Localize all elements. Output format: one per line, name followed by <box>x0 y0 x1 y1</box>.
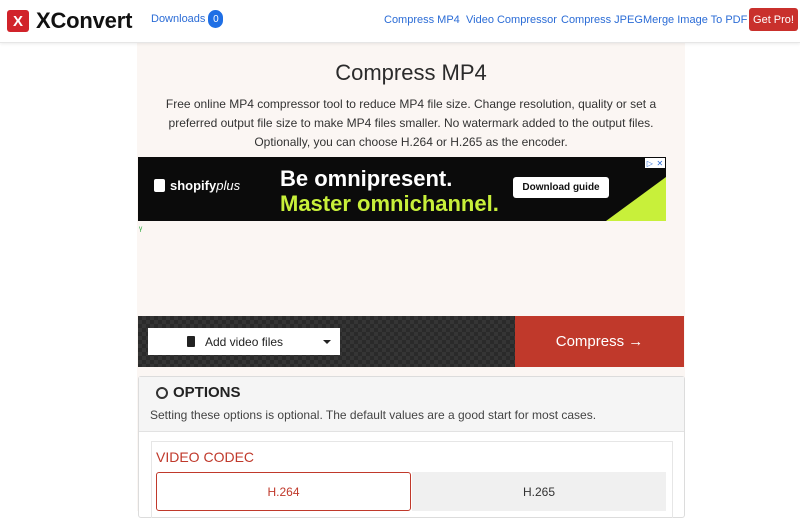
main-panel: Compress MP4 Free online MP4 compressor … <box>137 42 685 518</box>
downloads-label: Downloads <box>151 13 206 25</box>
ad-download-guide-button[interactable]: Download guide <box>513 177 609 198</box>
codec-option-h265[interactable]: H.265 <box>412 472 666 511</box>
gear-icon <box>156 386 168 399</box>
downloads-count-badge: 0 <box>208 10 224 28</box>
ad-brand-suffix: plus <box>216 178 241 193</box>
codec-option-h264[interactable]: H.264 <box>156 472 411 511</box>
ad-headline-1: Be omnipresent. <box>280 166 453 191</box>
add-video-files-label: Add video files <box>205 334 284 349</box>
ad-close-icon[interactable]: ✕ <box>657 159 664 168</box>
brand[interactable]: X XConvert <box>7 8 132 34</box>
get-pro-button[interactable]: Get Pro! <box>749 8 798 31</box>
navbar: X XConvert Downloads 0 Compress MP4 Vide… <box>0 0 800 43</box>
page-title: Compress MP4 <box>335 60 487 85</box>
ad-shopify-logo: shopify plus <box>154 178 240 193</box>
dropzone[interactable]: Add video files <box>138 316 515 367</box>
options-title: OPTIONS <box>156 384 241 401</box>
shopping-bag-icon <box>154 179 165 192</box>
options-header: OPTIONS Setting these options is optiona… <box>139 377 684 432</box>
adchoices-icon[interactable]: ▷ <box>647 159 653 168</box>
brand-logo-icon: X <box>7 10 29 32</box>
compress-button[interactable]: Compress → <box>515 316 684 367</box>
nav-link-merge-image-to-pdf[interactable]: Merge Image To PDF <box>643 14 747 26</box>
page-description: Free online MP4 compressor tool to reduc… <box>165 97 657 149</box>
nav-link-compress-mp4[interactable]: Compress MP4 <box>384 14 460 26</box>
ad-brand: shopify <box>170 178 217 193</box>
nav-link-video-compressor[interactable]: Video Compressor <box>466 14 557 26</box>
upload-toolbar: Add video files Compress → <box>138 316 684 367</box>
file-icon <box>187 336 195 347</box>
ad-banner[interactable]: shopify plus Be omnipresent. Master omnic… <box>138 157 666 221</box>
video-codec-group: VIDEO CODEC H.264 H.265 <box>151 441 673 518</box>
ad-choices[interactable]: ▷ ✕ <box>645 158 665 168</box>
chevron-down-icon[interactable] <box>323 340 331 344</box>
options-title-label: OPTIONS <box>173 384 241 401</box>
options-card: OPTIONS Setting these options is optiona… <box>138 376 685 518</box>
nav-link-compress-jpeg[interactable]: Compress JPEG <box>561 14 643 26</box>
ad-marker-icon: ᵞ <box>139 225 143 236</box>
options-subtitle: Setting these options is optional. The d… <box>150 408 597 422</box>
ad-headline-2: Master omnichannel. <box>280 191 499 216</box>
video-codec-label: VIDEO CODEC <box>156 449 255 465</box>
downloads-link[interactable]: Downloads 0 <box>151 10 224 28</box>
add-video-files-button[interactable]: Add video files <box>148 328 340 355</box>
brand-name: XConvert <box>36 8 133 33</box>
ad-green-shape <box>606 177 666 221</box>
